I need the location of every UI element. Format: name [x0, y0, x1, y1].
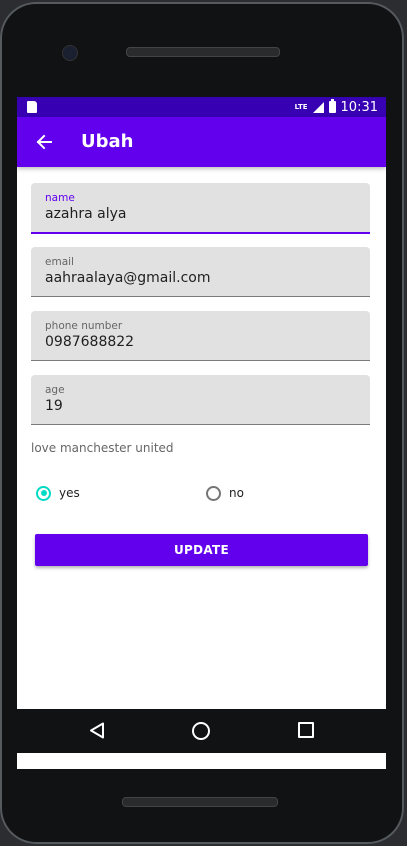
status-time: 10:31 — [340, 99, 378, 115]
radio-no[interactable]: no — [206, 483, 244, 503]
radio-no-label: no — [229, 486, 244, 500]
app-bar: Ubah — [17, 117, 386, 167]
navigation-bar — [17, 709, 386, 753]
name-label: name — [45, 192, 75, 204]
status-bar: LTE 10:31 — [17, 97, 386, 117]
nav-home-icon[interactable] — [192, 722, 210, 740]
phone-number-label: phone number — [45, 320, 123, 332]
phone-frame: LTE 10:31 Ubah name azahra alya email aa… — [0, 2, 404, 844]
favorite-team-text: love manchester united — [31, 441, 174, 455]
earpiece-speaker — [126, 47, 280, 57]
email-field[interactable]: email aahraalaya@gmail.com — [31, 247, 370, 297]
age-field[interactable]: age 19 — [31, 375, 370, 425]
radio-unchecked-icon — [206, 485, 221, 501]
radio-yes-label: yes — [59, 486, 80, 500]
sd-card-icon — [27, 101, 37, 113]
name-field[interactable]: name azahra alya — [31, 183, 370, 234]
nav-recents-icon[interactable] — [298, 722, 314, 738]
page-title: Ubah — [81, 131, 134, 152]
network-type: LTE — [294, 103, 308, 111]
email-value: aahraalaya@gmail.com — [45, 270, 211, 286]
status-indicators: LTE 10:31 — [295, 98, 378, 116]
phone-number-field[interactable]: phone number 0987688822 — [31, 311, 370, 361]
back-button[interactable] — [29, 127, 59, 157]
app-screen: LTE 10:31 Ubah name azahra alya email aa… — [17, 97, 386, 769]
camera-icon — [62, 45, 78, 61]
arrow-back-icon — [36, 134, 52, 150]
radio-yes[interactable]: yes — [36, 483, 80, 503]
radio-checked-icon — [36, 485, 51, 501]
bottom-speaker — [122, 797, 278, 807]
nav-back-icon[interactable] — [89, 722, 105, 739]
age-label: age — [45, 384, 65, 396]
name-value: azahra alya — [45, 206, 127, 222]
phone-number-value: 0987688822 — [45, 334, 135, 350]
update-button[interactable]: UPDATE — [35, 534, 368, 566]
signal-icon — [312, 101, 324, 113]
email-label: email — [45, 256, 74, 268]
age-value: 19 — [45, 398, 63, 414]
battery-icon — [328, 99, 336, 113]
